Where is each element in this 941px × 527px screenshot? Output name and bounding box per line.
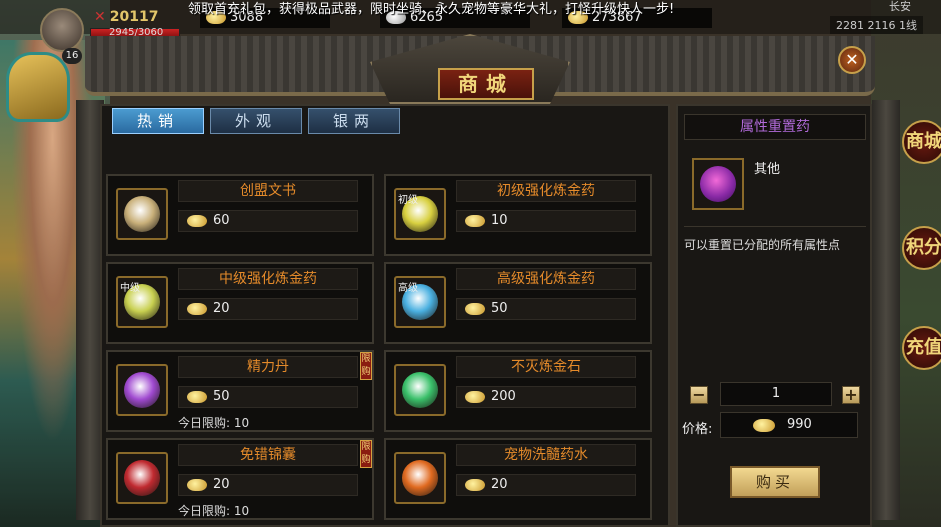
list-item[interactable]: 创盟文书 60	[106, 174, 374, 256]
orb-icon	[124, 372, 160, 408]
item-price-value: 20	[213, 301, 230, 316]
close-button[interactable]: ✕	[838, 46, 866, 74]
item-icon	[116, 452, 168, 504]
purchase-limit: 今日限购: 10	[178, 416, 250, 430]
buy-button[interactable]: 购买	[730, 466, 820, 498]
detail-category: 其他	[754, 162, 781, 177]
item-icon	[394, 364, 446, 416]
item-icon	[394, 452, 446, 504]
item-name: 不灭炼金石	[456, 356, 636, 378]
power-value: 20117	[109, 9, 159, 25]
item-name: 精力丹	[178, 356, 358, 378]
scroll-icon	[124, 196, 160, 232]
player-avatar[interactable]	[40, 8, 84, 52]
list-item[interactable]: 中级 中级强化炼金药 20	[106, 262, 374, 344]
item-tag: 中级	[120, 283, 140, 294]
gold-ingot-icon	[187, 391, 207, 403]
combat-power: ✕ 20117	[94, 9, 158, 25]
side-button-points[interactable]: 积分	[902, 226, 941, 270]
gold-ingot-icon	[465, 303, 485, 315]
item-price: 20	[456, 474, 636, 496]
item-icon	[116, 364, 168, 416]
item-price-value: 60	[213, 213, 230, 228]
item-name: 创盟文书	[178, 180, 358, 202]
item-price: 50	[456, 298, 636, 320]
list-item[interactable]: 高级 高级强化炼金药 50	[384, 262, 652, 344]
list-item[interactable]: 宠物洗髓药水 20	[384, 438, 652, 520]
shop-title: 商城	[438, 68, 534, 100]
item-price: 10	[456, 210, 636, 232]
price-label: 价格:	[682, 422, 713, 437]
side-button-shop[interactable]: 商城	[902, 120, 941, 164]
player-level-badge: 16	[62, 48, 82, 64]
orb-icon	[700, 166, 736, 202]
list-item[interactable]: 不灭炼金石 200	[384, 350, 652, 432]
pouch-icon	[124, 460, 160, 496]
tab-hot[interactable]: 热销	[112, 108, 204, 134]
gold-ingot-icon	[187, 303, 207, 315]
item-tag: 高级	[398, 283, 418, 294]
item-price-value: 10	[491, 213, 508, 228]
coords-value: 2281 2116	[836, 19, 896, 32]
list-item[interactable]: 初级 初级强化炼金药 10	[384, 174, 652, 256]
detail-title: 属性重置药	[684, 114, 866, 140]
quantity-plus-button[interactable]: +	[842, 386, 860, 404]
total-price: 990	[720, 412, 858, 438]
item-price-value: 50	[491, 301, 508, 316]
item-name: 免错锦囊	[178, 444, 358, 466]
item-icon: 初级	[394, 188, 446, 240]
item-price: 60	[178, 210, 358, 232]
item-price: 20	[178, 298, 358, 320]
tab-silver[interactable]: 银两	[308, 108, 400, 134]
item-name: 高级强化炼金药	[456, 268, 636, 290]
stone-icon	[402, 372, 438, 408]
item-price: 200	[456, 386, 636, 408]
item-icon	[116, 188, 168, 240]
detail-item-icon	[692, 158, 744, 210]
map-name: 长安	[889, 0, 911, 13]
gold-ingot-icon	[187, 215, 207, 227]
right-pillar	[872, 100, 900, 520]
gold-ingot-icon	[465, 215, 485, 227]
item-icon: 中级	[116, 276, 168, 328]
item-name: 宠物洗髓药水	[456, 444, 636, 466]
item-price: 20	[178, 474, 358, 496]
detail-description: 可以重置已分配的所有属性点	[684, 238, 841, 252]
gold-ingot-icon	[465, 479, 485, 491]
purchase-limit: 今日限购: 10	[178, 504, 250, 518]
item-price-value: 20	[213, 477, 230, 492]
divider	[684, 226, 866, 227]
map-coords: 2281 2116 1线	[830, 16, 923, 34]
item-grid: 创盟文书 60 初级 初级强化炼金药 10 中级 中级强化炼金药 20 高级 高…	[106, 142, 656, 527]
list-item[interactable]: 免错锦囊 20 今日限购: 10 限购	[106, 438, 374, 520]
gold-ingot-icon	[465, 391, 485, 403]
quantity-input[interactable]: 1	[720, 382, 832, 406]
coords-extra: 1线	[899, 19, 917, 32]
announcement-marquee: 领取首充礼包，获得极品武器，限时坐骑、永久宠物等豪华大礼，打怪升级快人一步!	[188, 2, 675, 17]
item-price-value: 20	[491, 477, 508, 492]
quantity-minus-button[interactable]: −	[690, 386, 708, 404]
list-item[interactable]: 精力丹 50 今日限购: 10 限购	[106, 350, 374, 432]
power-icon: ✕	[94, 9, 106, 25]
item-price-value: 200	[491, 389, 516, 404]
hero-helmet-art	[6, 52, 70, 122]
limited-badge: 限购	[360, 440, 372, 468]
total-price-value: 990	[787, 417, 812, 432]
item-name: 中级强化炼金药	[178, 268, 358, 290]
item-name: 初级强化炼金药	[456, 180, 636, 202]
item-detail-panel: 属性重置药 其他 可以重置已分配的所有属性点 − 1 + 价格: 990 购买	[676, 104, 872, 527]
item-icon: 高级	[394, 276, 446, 328]
item-price-value: 50	[213, 389, 230, 404]
tab-appearance[interactable]: 外观	[210, 108, 302, 134]
limited-badge: 限购	[360, 352, 372, 380]
item-tag: 初级	[398, 195, 418, 206]
item-price: 50	[178, 386, 358, 408]
gold-ingot-icon	[753, 419, 775, 432]
flask-icon	[402, 460, 438, 496]
gold-ingot-icon	[187, 479, 207, 491]
side-button-recharge[interactable]: 充值	[902, 326, 941, 370]
